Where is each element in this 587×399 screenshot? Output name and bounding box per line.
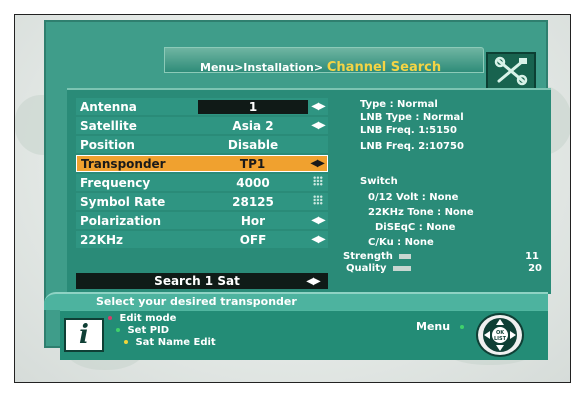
setting-label: Antenna (80, 99, 137, 114)
setting-row-transponder[interactable]: Transponder TP1 ◀▶ (76, 155, 328, 172)
keypad-icon (308, 176, 328, 189)
quality-label: Quality (346, 262, 387, 274)
green-key-icon (116, 328, 120, 332)
info-volt: 0/12 Volt : None (368, 192, 459, 203)
left-right-arrows-icon: ◀▶ (311, 215, 325, 226)
legend-set-pid: Set PID (116, 325, 169, 336)
info-lnb-type: LNB Type : Normal (360, 112, 464, 123)
setting-value: TP1 (239, 156, 266, 171)
info-diseqc: DiSEqC : None (375, 222, 456, 233)
search-button-label: Search 1 Sat (154, 274, 240, 288)
legend-edit-mode-label: Edit mode (119, 313, 177, 324)
menu-key-icon (459, 325, 464, 329)
setting-value: 4000 (236, 175, 270, 190)
setting-row-22khz[interactable]: 22KHz OFF ◀▶ (76, 231, 328, 248)
breadcrumb: Menu>Installation> Channel Search (200, 60, 441, 76)
info-type: Type : Normal (360, 99, 438, 110)
left-right-arrows-icon: ◀▶ (310, 158, 324, 169)
keypad-icon (308, 195, 328, 208)
strength-bar (398, 253, 411, 259)
setting-row-position[interactable]: Position Disable (76, 136, 328, 153)
info-lnb-freq2: LNB Freq. 2:10750 (360, 141, 464, 152)
setting-label: Frequency (80, 175, 151, 190)
strength-meter: Strength 11 (343, 250, 543, 262)
info-tone: 22KHz Tone : None (368, 207, 474, 218)
setting-label: Satellite (80, 118, 137, 133)
info-icon: i (64, 318, 104, 352)
setting-value: OFF (239, 232, 267, 247)
left-right-arrows-icon: ◀▶ (311, 101, 325, 112)
setting-row-frequency[interactable]: Frequency 4000 (76, 174, 328, 191)
switch-title: Switch (360, 176, 398, 187)
quality-bar (392, 265, 411, 271)
nav-pad-icon: OK LIST (476, 313, 524, 357)
setting-value: Asia 2 (232, 118, 274, 133)
setting-value: Disable (227, 137, 279, 152)
setting-value: 28125 (232, 194, 274, 209)
setting-label: Symbol Rate (80, 194, 166, 209)
tools-icon (486, 52, 536, 90)
legend-sat-name-edit-label: Sat Name Edit (135, 337, 216, 348)
setting-label: Transponder (81, 156, 166, 171)
setting-row-antenna[interactable]: Antenna 1 ◀▶ (76, 98, 328, 115)
breadcrumb-path: Menu>Installation> (200, 61, 324, 74)
legend-edit-mode: Edit mode (108, 313, 176, 324)
setting-row-satellite[interactable]: Satellite Asia 2 ◀▶ (76, 117, 328, 134)
setting-value: Hor (240, 213, 266, 228)
left-right-arrows-icon: ◀▶ (306, 275, 320, 287)
strength-value: 11 (525, 250, 539, 262)
setting-label: 22KHz (80, 232, 124, 247)
quality-value: 20 (528, 262, 542, 274)
yellow-key-icon (124, 340, 128, 344)
setting-label: Polarization (80, 213, 161, 228)
legend-menu-label: Menu (416, 320, 451, 333)
legend-set-pid-label: Set PID (127, 325, 170, 336)
legend-sat-name-edit: Sat Name Edit (124, 337, 216, 348)
left-right-arrows-icon: ◀▶ (311, 234, 325, 245)
help-text: Select your desired transponder (96, 295, 297, 308)
svg-text:LIST: LIST (494, 336, 507, 342)
strength-label: Strength (343, 250, 393, 262)
info-cku: C/Ku : None (368, 237, 434, 248)
page-title: Channel Search (326, 60, 442, 75)
left-right-arrows-icon: ◀▶ (311, 120, 325, 131)
red-key-icon (108, 316, 112, 320)
setting-label: Position (80, 137, 135, 152)
search-button[interactable]: Search 1 Sat ◀▶ (76, 273, 328, 289)
legend-menu: Menu (416, 320, 468, 333)
info-lnb-freq1: LNB Freq. 1:5150 (360, 125, 457, 136)
quality-meter: Quality 20 (346, 262, 546, 274)
setting-row-symbol-rate[interactable]: Symbol Rate 28125 (76, 193, 328, 210)
setting-row-polarization[interactable]: Polarization Hor ◀▶ (76, 212, 328, 229)
setting-value: 1 (198, 99, 308, 114)
